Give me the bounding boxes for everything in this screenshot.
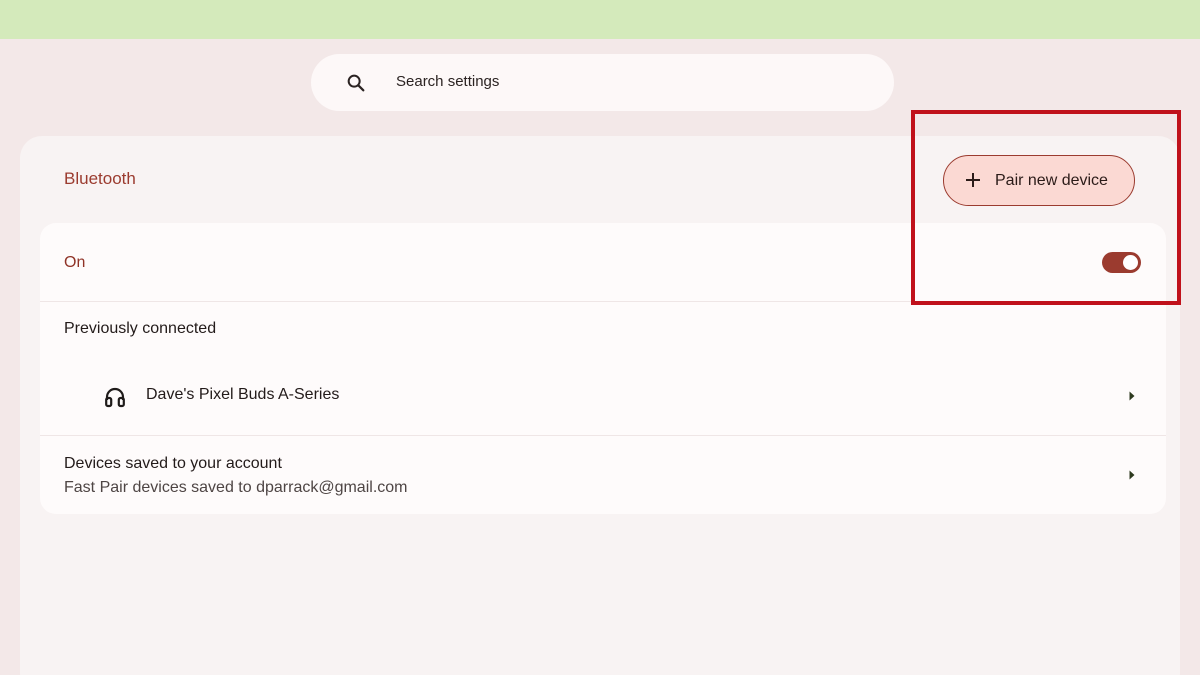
top-bar	[0, 0, 1200, 39]
saved-devices-title: Devices saved to your account	[64, 455, 282, 472]
pair-new-device-button[interactable]: Pair new device	[943, 155, 1135, 206]
divider	[40, 435, 1166, 436]
chevron-right-icon	[1129, 391, 1135, 401]
saved-devices-row[interactable]: Devices saved to your account Fast Pair …	[40, 437, 1166, 513]
pair-new-device-label: Pair new device	[995, 172, 1108, 189]
device-name: Dave's Pixel Buds A-Series	[146, 386, 340, 403]
bluetooth-toggle[interactable]	[1102, 252, 1141, 273]
device-row-pixel-buds[interactable]: Dave's Pixel Buds A-Series	[40, 365, 1166, 425]
chevron-right-icon	[1129, 470, 1135, 480]
saved-devices-subtitle: Fast Pair devices saved to dparrack@gmai…	[64, 479, 408, 496]
bluetooth-state-label: On	[64, 254, 86, 271]
search-input[interactable]: Search settings	[396, 72, 499, 92]
search-icon	[347, 74, 365, 92]
divider	[40, 301, 1166, 302]
previously-connected-heading: Previously connected	[64, 320, 217, 337]
search-bar[interactable]: Search settings	[311, 54, 894, 111]
page-title: Bluetooth	[64, 169, 136, 188]
headphones-icon	[105, 387, 125, 408]
plus-icon	[966, 173, 980, 187]
toggle-knob	[1123, 255, 1138, 270]
